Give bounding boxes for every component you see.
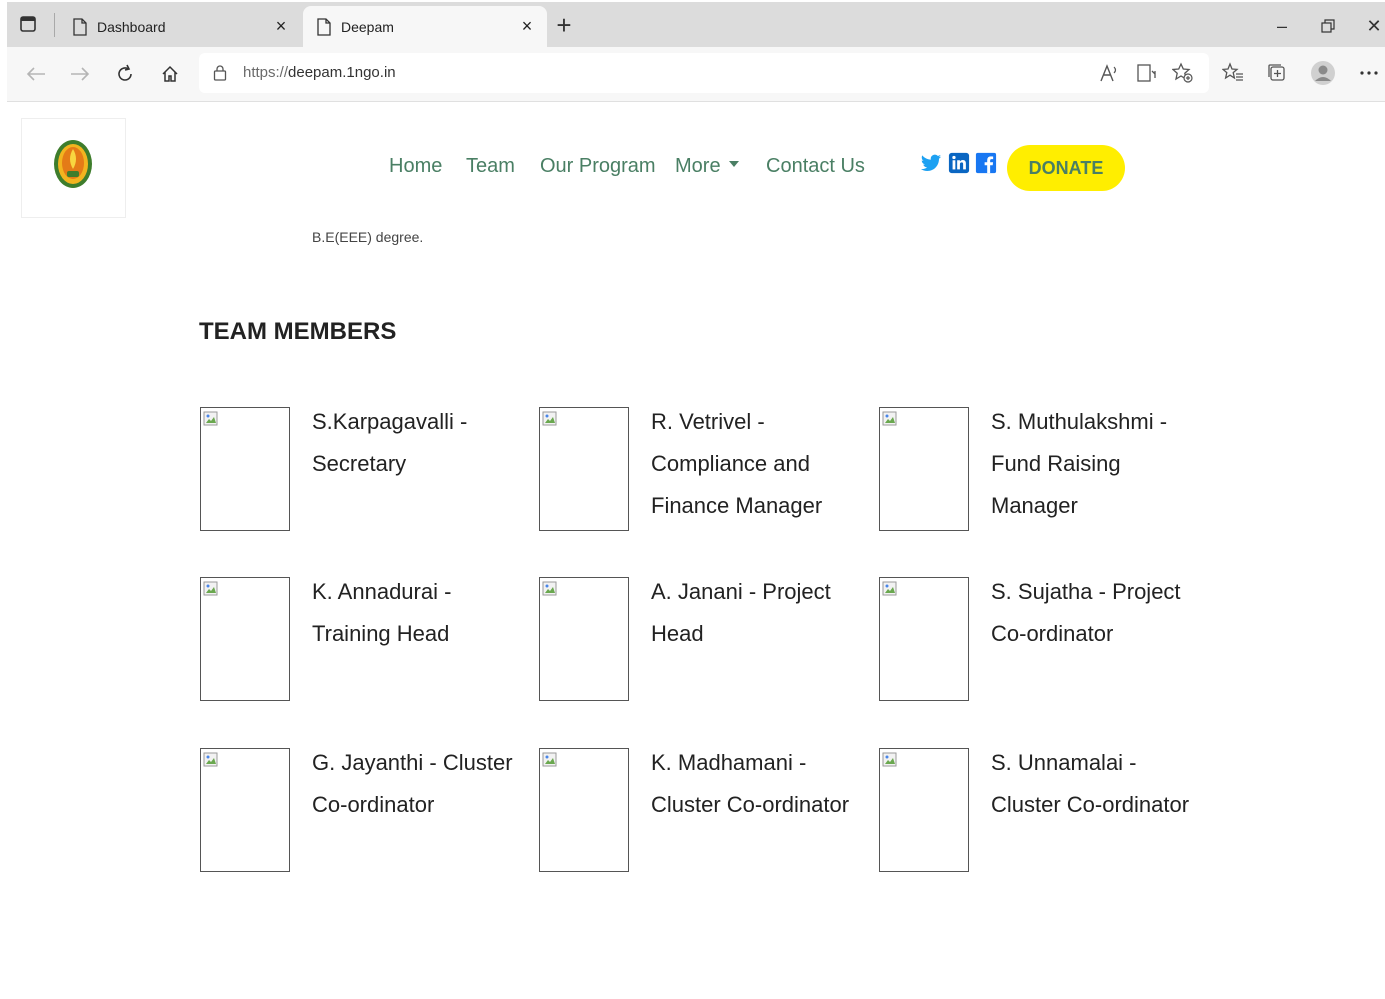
- linkedin-icon[interactable]: [948, 150, 970, 176]
- broken-image-icon: [542, 752, 557, 767]
- broken-image-icon: [203, 581, 218, 596]
- donate-button[interactable]: DONATE: [1007, 145, 1125, 191]
- twitter-icon[interactable]: [920, 150, 942, 176]
- member-name: S.Karpagavalli - Secretary: [312, 409, 468, 476]
- member-name: G. Jayanthi - Cluster Co-ordinator: [312, 750, 513, 817]
- broken-image-icon: [882, 411, 897, 426]
- broken-image-icon: [882, 581, 897, 596]
- member-photo: [200, 748, 290, 872]
- deepam-logo-icon: [54, 140, 92, 188]
- caret-down-icon: [728, 160, 739, 167]
- read-aloud-icon[interactable]: [1096, 59, 1124, 87]
- nav-more-label: More: [675, 155, 721, 177]
- member-photo: [539, 407, 629, 531]
- member-name: A. Janani - Project Head: [651, 579, 831, 646]
- member-name: S. Muthulakshmi - Fund Raising Manager: [991, 409, 1168, 518]
- more-icon[interactable]: [1355, 59, 1383, 87]
- collections-icon[interactable]: [1263, 59, 1291, 87]
- home-icon[interactable]: [155, 59, 185, 89]
- member-name: K. Annadurai - Training Head: [312, 579, 452, 646]
- browser-toolbar: https://deepam.1ngo.in: [7, 47, 1385, 102]
- broken-image-icon: [542, 411, 557, 426]
- forward-icon[interactable]: [65, 59, 95, 89]
- restore-icon[interactable]: [1313, 12, 1343, 40]
- member-photo: [879, 577, 969, 701]
- tab-label: Dashboard: [97, 18, 166, 35]
- lock-icon[interactable]: [213, 65, 227, 81]
- tab-actions-icon[interactable]: [19, 15, 37, 33]
- broken-image-icon: [203, 752, 218, 767]
- nav-contact-us-link[interactable]: Contact Us: [766, 155, 865, 178]
- new-tab-icon[interactable]: +: [550, 12, 578, 40]
- facebook-icon[interactable]: [975, 150, 997, 176]
- partial-bio-text: B.E(EEE) degree.: [312, 229, 424, 245]
- team-members-heading: TEAM MEMBERS: [199, 318, 397, 345]
- favorites-icon[interactable]: [1219, 59, 1247, 87]
- member-photo: [539, 577, 629, 701]
- close-tab-icon[interactable]: ×: [513, 16, 541, 37]
- nav-home-link[interactable]: Home: [389, 155, 442, 178]
- url-protocol: https://: [243, 64, 289, 81]
- nav-our-program-link[interactable]: Our Program: [540, 155, 656, 178]
- back-icon[interactable]: [21, 59, 51, 89]
- broken-image-icon: [542, 581, 557, 596]
- member-photo: [200, 577, 290, 701]
- browser-tab-strip: Dashboard × Deepam × + – ✕: [7, 2, 1385, 47]
- member-photo: [879, 748, 969, 872]
- member-photo: [539, 748, 629, 872]
- address-bar[interactable]: https://deepam.1ngo.in: [199, 53, 1209, 93]
- tab-dashboard[interactable]: Dashboard ×: [59, 6, 301, 47]
- member-name: S. Unnamalai - Cluster Co-ordinator: [991, 750, 1190, 817]
- member-photo: [879, 407, 969, 531]
- refresh-icon[interactable]: [110, 59, 140, 89]
- broken-image-icon: [882, 752, 897, 767]
- member-name: K. Madhamani - Cluster Co-ordinator: [651, 750, 850, 817]
- tab-separator: [54, 13, 55, 37]
- close-window-icon[interactable]: ✕: [1359, 12, 1385, 40]
- site-logo-container[interactable]: [21, 118, 126, 218]
- broken-image-icon: [203, 411, 218, 426]
- close-tab-icon[interactable]: ×: [267, 16, 295, 37]
- tab-label: Deepam: [341, 18, 394, 35]
- tab-deepam[interactable]: Deepam ×: [303, 6, 547, 47]
- url-text[interactable]: https://deepam.1ngo.in: [243, 64, 396, 81]
- immersive-reader-icon[interactable]: [1133, 59, 1161, 87]
- profile-icon[interactable]: [1309, 59, 1337, 87]
- page-icon: [73, 17, 87, 36]
- add-favorite-icon[interactable]: [1169, 59, 1197, 87]
- member-name: R. Vetrivel - Compliance and Finance Man…: [651, 409, 823, 518]
- url-host: deepam.1ngo.in: [288, 64, 396, 81]
- page-icon: [317, 17, 331, 36]
- nav-more-dropdown[interactable]: More: [675, 155, 739, 178]
- member-photo: [200, 407, 290, 531]
- minimize-icon[interactable]: –: [1267, 12, 1297, 40]
- nav-team-link[interactable]: Team: [466, 155, 515, 178]
- member-name: S. Sujatha - Project Co-ordinator: [991, 579, 1181, 646]
